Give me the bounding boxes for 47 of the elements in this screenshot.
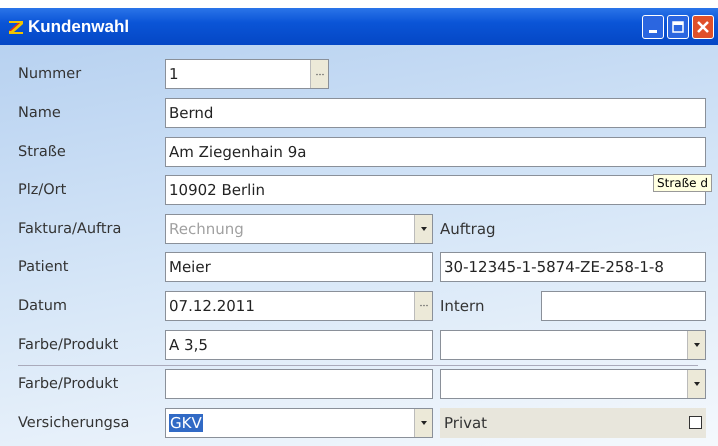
checkbox[interactable] — [689, 416, 702, 430]
tooltip: Straße d — [653, 174, 712, 192]
dropdown-arrow-icon — [420, 226, 426, 231]
window-title: Kundenwahl — [28, 16, 130, 36]
field-label: Nummer — [18, 66, 82, 82]
dropdown-arrow-icon — [694, 382, 700, 386]
field-label: Name — [18, 104, 62, 121]
field-label: Faktura/Auftra — [18, 220, 122, 237]
dropdown-button[interactable] — [687, 330, 705, 359]
text-field[interactable]: Am Ziegenhain 9a — [165, 136, 706, 167]
dropdown-button[interactable] — [687, 370, 705, 398]
maximize-button[interactable] — [667, 14, 689, 38]
text-field[interactable]: Bernd — [165, 98, 706, 128]
browse-button[interactable] — [310, 60, 328, 88]
text-field[interactable]: A 3,5 — [165, 330, 433, 360]
ellipsis-icon — [420, 304, 428, 308]
field-label: Plz/Ort — [18, 182, 68, 198]
text-field[interactable] — [165, 369, 433, 400]
field-label: Patient — [18, 259, 70, 276]
dropdown-arrow-icon — [694, 342, 700, 347]
app-logo-icon — [8, 18, 24, 34]
dropdown-arrow-icon — [420, 420, 426, 425]
field-label: Datum — [18, 298, 68, 314]
dropdown-button[interactable] — [414, 408, 432, 437]
minimize-button[interactable] — [642, 14, 664, 38]
text-field[interactable] — [541, 290, 706, 321]
field-label: Straße — [18, 144, 67, 160]
text-field[interactable]: 30-12345-1-5874-ZE-258-1-8 — [440, 252, 706, 282]
lookup-field[interactable]: 07.12.2011 — [165, 290, 433, 321]
checkbox-row[interactable]: Privat — [440, 408, 706, 438]
close-button[interactable] — [692, 14, 714, 38]
field-label: Versicherungsa — [18, 414, 130, 431]
checkbox-label: Privat — [444, 414, 488, 432]
lookup-field[interactable]: 1 — [165, 59, 329, 90]
text-field[interactable]: Meier — [165, 252, 433, 282]
minimize-icon — [649, 30, 657, 33]
maximize-icon — [672, 20, 684, 32]
dropdown-field[interactable]: GKV — [165, 408, 433, 438]
field-label: Farbe/Produkt — [18, 376, 120, 392]
field-label: Auftrag — [440, 220, 497, 238]
dropdown-field[interactable] — [440, 330, 706, 360]
browse-button[interactable] — [414, 292, 432, 320]
field-label: Farbe/Produkt — [18, 336, 120, 353]
dropdown-field[interactable] — [440, 369, 706, 400]
field-label: Intern — [440, 296, 486, 315]
close-icon — [697, 20, 709, 32]
ellipsis-icon — [316, 72, 324, 76]
